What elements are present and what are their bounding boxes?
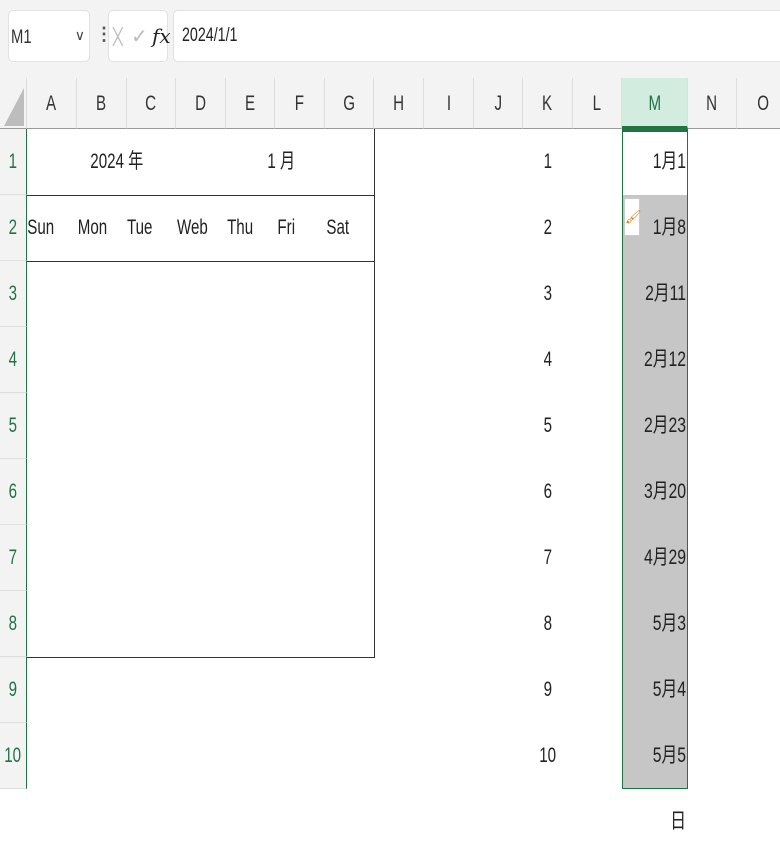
name-box-value: M1: [11, 27, 32, 48]
cell-K1[interactable]: 1: [523, 129, 573, 195]
column-header-H[interactable]: H: [374, 78, 424, 129]
column-header-N[interactable]: N: [688, 78, 737, 129]
calendar-month[interactable]: 1 月: [262, 129, 301, 195]
select-all-button[interactable]: [0, 78, 27, 129]
cancel-icon[interactable]: ╳: [113, 27, 123, 47]
cell-M9[interactable]: 5月4日: [622, 657, 688, 767]
chevron-down-icon[interactable]: ∨: [75, 27, 85, 44]
column-header-G[interactable]: G: [325, 78, 374, 129]
cell-K9[interactable]: 9: [523, 657, 573, 723]
column-header-J[interactable]: J: [474, 78, 523, 129]
cell-K4[interactable]: 4: [523, 327, 573, 393]
column-header-I[interactable]: I: [424, 78, 474, 129]
enter-icon[interactable]: ✓: [131, 24, 148, 49]
row-header-1[interactable]: 1: [0, 129, 27, 195]
weekday-sat[interactable]: Sat: [308, 195, 368, 261]
column-header-K[interactable]: K: [523, 78, 573, 129]
calendar-year[interactable]: 2024 年: [80, 129, 154, 195]
row-header-8[interactable]: 8: [0, 591, 27, 657]
name-box[interactable]: M1 ∨: [8, 10, 90, 62]
column-header-O[interactable]: O: [737, 78, 780, 129]
cell-K8[interactable]: 8: [523, 591, 573, 657]
cell-K3[interactable]: 3: [523, 261, 573, 327]
row-header-4[interactable]: 4: [0, 327, 27, 393]
formula-input[interactable]: 2024/1/1: [173, 10, 780, 62]
weekday-tue[interactable]: Tue: [110, 195, 170, 261]
formula-buttons: ╳ ✓ fx: [108, 10, 171, 62]
column-header-D[interactable]: D: [176, 78, 226, 129]
insert-function-icon[interactable]: fx: [152, 24, 171, 48]
column-header-A[interactable]: A: [27, 78, 77, 129]
formula-toolbar: M1 ∨ ⋮ ╳ ✓ fx 2024/1/1: [0, 0, 780, 78]
cell-M10[interactable]: 5月5日: [622, 723, 688, 833]
row-header-7[interactable]: 7: [0, 525, 27, 591]
cell-M8[interactable]: 5月3日: [622, 591, 688, 701]
cell-M6[interactable]: 3月20日: [622, 459, 688, 569]
cell-K10[interactable]: 10: [523, 723, 573, 789]
column-header-L[interactable]: L: [573, 78, 622, 129]
row-header-6[interactable]: 6: [0, 459, 27, 525]
row-header-10[interactable]: 10: [0, 723, 27, 789]
column-header-B[interactable]: B: [77, 78, 127, 129]
cell-K6[interactable]: 6: [523, 459, 573, 525]
formula-value: 2024/1/1: [182, 25, 238, 46]
column-header-E[interactable]: E: [226, 78, 275, 129]
paste-format-brush-icon[interactable]: 🖌: [624, 198, 642, 236]
cell-M5[interactable]: 2月23日: [622, 393, 688, 503]
row-header-3[interactable]: 3: [0, 261, 27, 327]
column-header-F[interactable]: F: [275, 78, 325, 129]
row-header-5[interactable]: 5: [0, 393, 27, 459]
row-header-9[interactable]: 9: [0, 657, 27, 723]
weekday-fri[interactable]: Fri: [256, 195, 316, 261]
cell-M3[interactable]: 2月11日: [622, 261, 688, 371]
cell-K2[interactable]: 2: [523, 195, 573, 261]
cell-M1[interactable]: 1月1日: [622, 129, 688, 239]
cell-M4[interactable]: 2月12日: [622, 327, 688, 437]
cell-K5[interactable]: 5: [523, 393, 573, 459]
cell-K7[interactable]: 7: [523, 525, 573, 591]
column-header-C[interactable]: C: [127, 78, 176, 129]
calendar-divider: [27, 261, 375, 262]
column-header-M[interactable]: M: [622, 78, 688, 129]
cell-M7[interactable]: 4月29日: [622, 525, 688, 635]
